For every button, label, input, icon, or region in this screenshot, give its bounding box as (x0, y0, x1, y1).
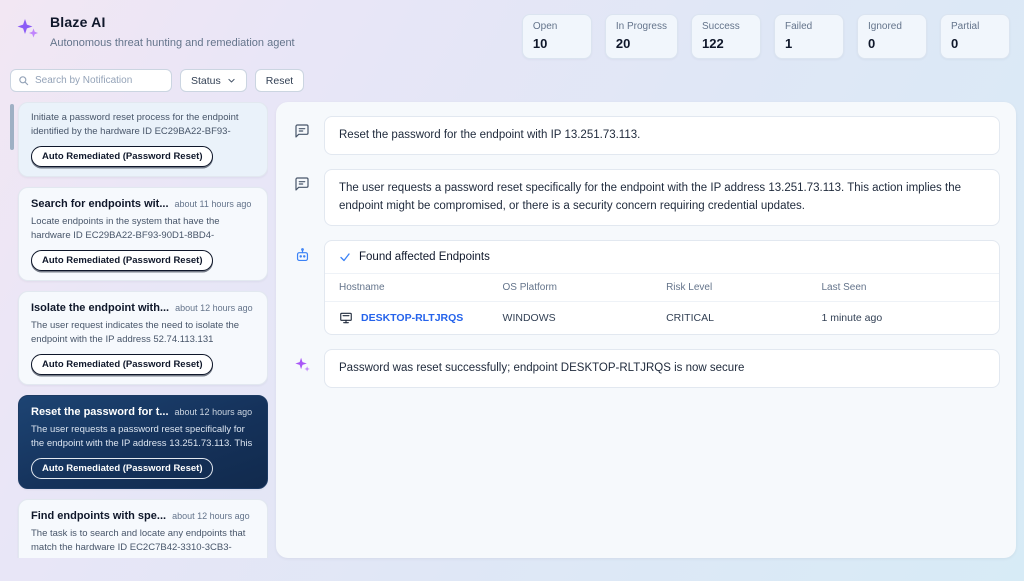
notification-timestamp: about 12 hours ago (175, 302, 253, 313)
status-filter-label: Status (191, 74, 221, 87)
monitor-icon (340, 312, 352, 323)
message-icon (292, 169, 312, 192)
auto-remediated-button[interactable]: Auto Remediated (Password Reset) (31, 354, 214, 375)
stat-card-in-progress: In Progress 20 (604, 14, 678, 59)
agent-icon (292, 240, 312, 264)
stat-value: 0 (868, 36, 876, 51)
notification-list: Initiate a password reset process for th… (10, 102, 268, 558)
column-header-hostname: Hostname (339, 281, 385, 293)
stat-card-ignored: Ignored 0 (857, 14, 927, 59)
page-subtitle: Autonomous threat hunting and remediatio… (50, 37, 295, 49)
stats-row: Open 10 In Progress 20 Success 122 Faile… (521, 14, 1010, 59)
stat-label: Partial (951, 21, 980, 32)
brand: Blaze AI Autonomous threat hunting and r… (16, 14, 295, 49)
sparkle-icon (292, 349, 312, 373)
notification-timestamp: about 12 hours ago (174, 406, 253, 417)
notification-timestamp: about 12 hours ago (172, 510, 250, 521)
stat-label: In Progress (615, 21, 667, 32)
os-platform-cell: WINDOWS (502, 311, 556, 324)
column-header-last-seen: Last Seen (821, 281, 867, 293)
stat-value: 20 (615, 36, 631, 51)
notification-card[interactable]: Isolate the endpoint with... about 12 ho… (18, 291, 268, 385)
search-icon (19, 76, 29, 86)
endpoint-table-row: DESKTOP-RLTJRQS WINDOWS CRITICAL 1 minut… (325, 302, 999, 334)
auto-remediated-button[interactable]: Auto Remediated (Password Reset) (31, 250, 214, 271)
notification-card[interactable]: Search for endpoints wit... about 11 hou… (18, 187, 268, 281)
stat-value: 0 (951, 36, 959, 51)
app-header: Blaze AI Autonomous threat hunting and r… (0, 0, 1024, 63)
message-row: The user requests a password reset speci… (292, 169, 1000, 226)
column-header-risk-level: Risk Level (666, 281, 713, 293)
auto-remediated-button[interactable]: Auto Remediated (Password Reset) (31, 146, 214, 167)
stat-card-partial: Partial 0 (940, 14, 1010, 59)
message-icon (292, 116, 312, 139)
detail-panel: Reset the password for the endpoint with… (276, 102, 1016, 558)
notification-description: Initiate a password reset process for th… (31, 112, 239, 137)
endpoints-header-label: Found affected Endpoints (359, 250, 490, 263)
chevron-down-icon (228, 78, 235, 83)
stat-label: Ignored (868, 21, 902, 32)
hostname-link[interactable]: DESKTOP-RLTJRQS (361, 312, 463, 324)
sidebar-scrollbar[interactable] (10, 104, 14, 150)
hostname-cell: DESKTOP-RLTJRQS (339, 311, 503, 325)
reset-button[interactable]: Reset (254, 69, 305, 92)
notification-description: Locate endpoints in the system that have… (31, 216, 220, 241)
analysis-message: The user requests a password reset speci… (324, 169, 1000, 226)
notification-title: Search for endpoints wit... (31, 197, 169, 210)
endpoints-header: Found affected Endpoints (325, 241, 999, 274)
notification-description: The user request indicates the need to i… (31, 320, 240, 345)
stat-card-open: Open 10 (521, 14, 592, 59)
stat-label: Failed (785, 21, 813, 32)
search-input[interactable] (10, 69, 172, 92)
notification-title: Isolate the endpoint with... (31, 301, 170, 314)
stat-value: 122 (702, 36, 724, 51)
stat-card-failed: Failed 1 (774, 14, 844, 59)
blaze-ai-logo-icon (16, 16, 40, 45)
stat-value: 10 (532, 36, 548, 51)
auto-remediated-button[interactable]: Auto Remediated (Password Reset) (31, 458, 214, 479)
result-row: Password was reset successfully; endpoin… (292, 348, 1000, 388)
stat-label: Open (532, 21, 558, 32)
last-seen-cell: 1 minute ago (821, 311, 883, 324)
column-header-os-platform: OS Platform (502, 281, 557, 293)
stat-value: 1 (785, 36, 793, 51)
notification-card[interactable]: Initiate a password reset process for th… (18, 102, 268, 177)
notification-title: Find endpoints with spe... (31, 509, 167, 522)
endpoints-table-header: Hostname OS Platform Risk Level Last See… (325, 274, 999, 302)
notification-card[interactable]: Find endpoints with spe... about 12 hour… (18, 499, 268, 558)
stat-card-success: Success 122 (691, 14, 761, 59)
notification-timestamp: about 11 hours ago (174, 198, 252, 209)
result-message: Password was reset successfully; endpoin… (324, 348, 1000, 388)
status-filter-dropdown[interactable]: Status (180, 69, 247, 92)
user-request-message: Reset the password for the endpoint with… (324, 116, 1000, 156)
risk-level-cell: CRITICAL (666, 311, 714, 324)
content: Initiate a password reset process for th… (0, 100, 1024, 566)
notification-description: The task is to search and locate any end… (31, 528, 246, 553)
notification-card-selected[interactable]: Reset the password for t... about 12 hou… (18, 395, 268, 489)
notification-title: Reset the password for t... (31, 405, 169, 418)
stat-label: Success (702, 21, 740, 32)
search-wrap (10, 69, 172, 92)
affected-endpoints-card: Found affected Endpoints Hostname OS Pla… (324, 239, 1000, 335)
notification-description: The user requests a password reset speci… (31, 424, 253, 449)
page-title: Blaze AI (50, 14, 106, 30)
filter-toolbar: Status Reset (0, 63, 1024, 100)
reset-button-label: Reset (265, 74, 294, 87)
check-icon (340, 253, 350, 261)
endpoints-row: Found affected Endpoints Hostname OS Pla… (292, 239, 1000, 335)
message-row: Reset the password for the endpoint with… (292, 116, 1000, 156)
